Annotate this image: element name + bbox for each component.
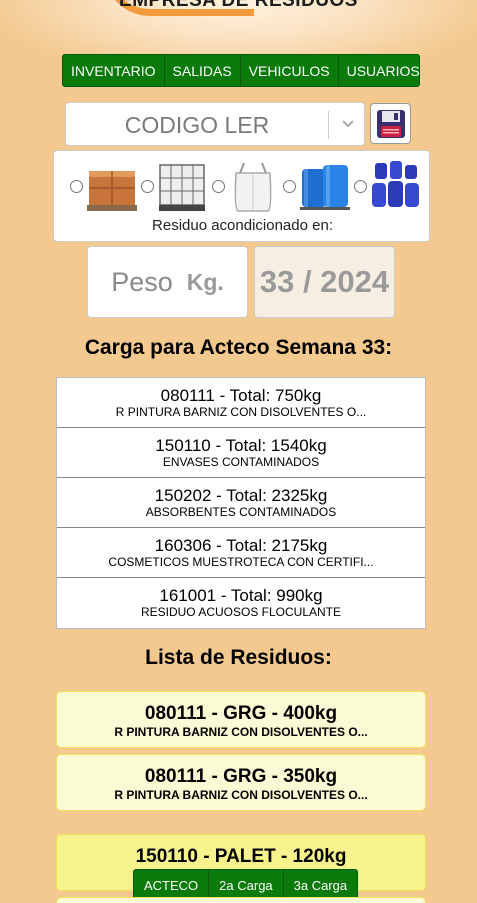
- weight-unit: Kg.: [186, 268, 224, 295]
- residue-heading: 150110 - PALET - 120kg: [135, 846, 347, 867]
- blue-barrels-icon: [372, 161, 419, 207]
- list-item[interactable]: 161001 - Total: 990kg RESIDUO ACUOSOS FL…: [57, 578, 425, 628]
- packaging-option-boxes[interactable]: [70, 159, 138, 213]
- summary-total: 160306 - Total: 2175kg: [154, 536, 328, 555]
- big-bag-icon: [234, 162, 272, 212]
- packaging-selector: Residuo acondicionado en:: [53, 150, 430, 242]
- tab-salidas[interactable]: SALIDAS: [165, 55, 241, 86]
- cardboard-boxes-pallet-icon: [87, 171, 137, 211]
- summary-description: RESIDUO ACUOSOS FLOCULANTE: [140, 605, 342, 619]
- packaging-option-drums[interactable]: [283, 159, 351, 213]
- list-item[interactable]: 150110 - Total: 1540kg ENVASES CONTAMINA…: [57, 428, 425, 478]
- list-item[interactable]: 080111 - Total: 750kg R PINTURA BARNIZ C…: [57, 378, 425, 428]
- residue-description: R PINTURA BARNIZ CON DISOLVENTES O...: [114, 788, 368, 802]
- main-nav: INVENTARIO SALIDAS VEHICULOS USUARIOS: [62, 54, 420, 87]
- radio-button[interactable]: [70, 179, 83, 193]
- floppy-disk-icon: [376, 109, 405, 138]
- summary-description: ENVASES CONTAMINADOS: [162, 455, 320, 469]
- residue-card[interactable]: 080111 - GRG - 350kg R PINTURA BARNIZ CO…: [56, 754, 426, 811]
- residue-description: R PINTURA BARNIZ CON DISOLVENTES O...: [114, 725, 368, 739]
- residue-heading: 080111 - GRG - 400kg: [144, 703, 338, 724]
- company-title: EMPRESA DE RESIDUOS: [119, 0, 358, 11]
- weight-input[interactable]: Peso Kg.: [87, 246, 248, 318]
- blue-drums-icon: [300, 165, 350, 210]
- list-item[interactable]: 160306 - Total: 2175kg COSMETICOS MUESTR…: [57, 528, 425, 578]
- radio-button[interactable]: [141, 179, 154, 193]
- weight-placeholder: Peso: [111, 266, 173, 297]
- residues-title: Lista de Residuos:: [145, 646, 332, 669]
- residue-card[interactable]: [56, 897, 426, 903]
- packaging-option-bigbag[interactable]: [212, 159, 278, 213]
- summary-description: R PINTURA BARNIZ CON DISOLVENTES O...: [115, 405, 367, 419]
- summary-total: 161001 - Total: 990kg: [159, 586, 323, 605]
- packaging-option-barrels[interactable]: [354, 159, 422, 213]
- tab-inventario[interactable]: INVENTARIO: [63, 55, 165, 86]
- packaging-option-ibc[interactable]: [141, 159, 207, 213]
- list-item[interactable]: 150202 - Total: 2325kg ABSORBENTES CONTA…: [57, 478, 425, 528]
- summary-description: COSMETICOS MUESTROTECA CON CERTIFI...: [108, 555, 374, 569]
- summary-title: Carga para Acteco Semana 33:: [84, 336, 393, 359]
- tab-usuarios[interactable]: USUARIOS: [339, 55, 428, 86]
- week-field: 33 / 2024: [254, 246, 395, 318]
- summary-total: 150110 - Total: 1540kg: [155, 436, 327, 455]
- packaging-label: Residuo acondicionado en:: [152, 217, 333, 234]
- residue-heading: 080111 - GRG - 350kg: [144, 766, 338, 787]
- radio-button[interactable]: [283, 179, 296, 193]
- radio-button[interactable]: [354, 179, 367, 193]
- summary-total: 150202 - Total: 2325kg: [154, 486, 328, 505]
- chevron-down-icon[interactable]: [338, 113, 358, 135]
- ler-code-select[interactable]: CODIGO LER: [65, 102, 365, 146]
- load-summary-list: 080111 - Total: 750kg R PINTURA BARNIZ C…: [56, 377, 426, 629]
- select-separator: [328, 111, 329, 139]
- residue-card[interactable]: 080111 - GRG - 400kg R PINTURA BARNIZ CO…: [56, 691, 426, 748]
- summary-description: ABSORBENTES CONTAMINADOS: [145, 505, 337, 519]
- tab-vehiculos[interactable]: VEHICULOS: [241, 55, 339, 86]
- save-button[interactable]: [370, 103, 411, 144]
- ler-code-value: CODIGO LER: [124, 111, 270, 138]
- summary-total: 080111 - Total: 750kg: [160, 386, 322, 405]
- ibc-container-icon: [159, 164, 205, 211]
- radio-button[interactable]: [212, 179, 225, 193]
